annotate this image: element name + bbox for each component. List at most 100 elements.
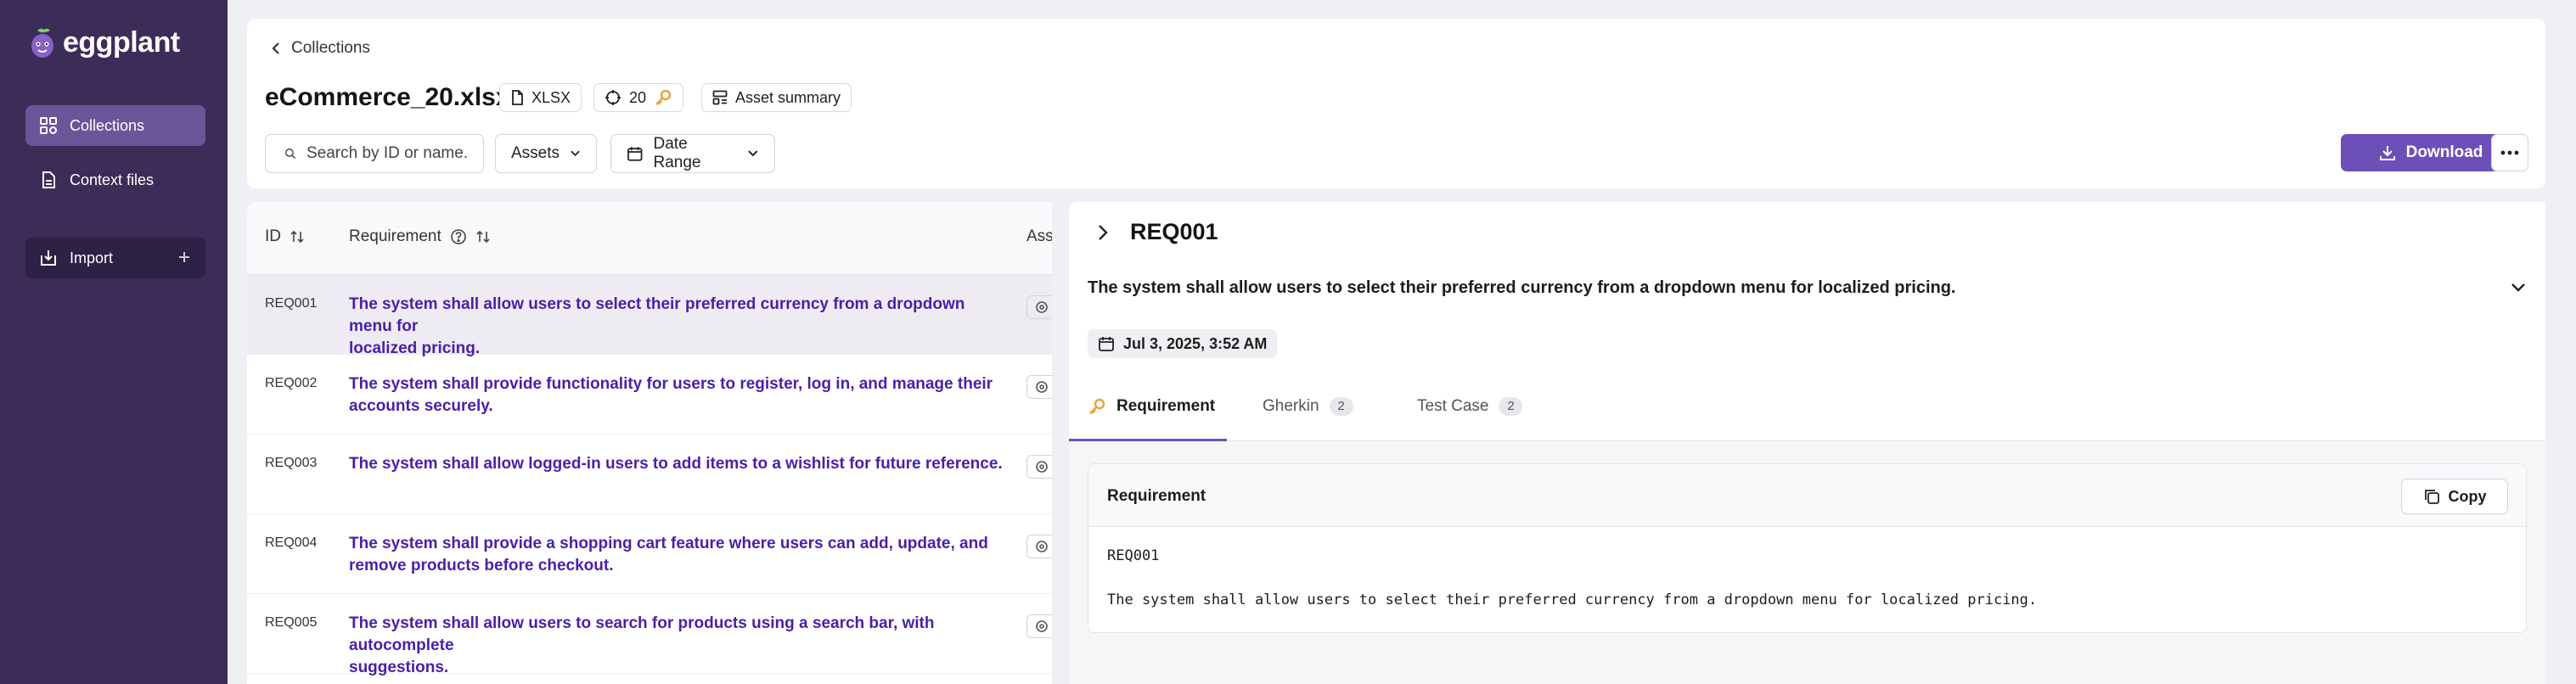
tab-count-badge: 2 [1499,397,1523,416]
row-id: REQ002 [265,376,318,390]
eggplant-logo-icon [31,28,53,58]
sidebar-item-context-files[interactable]: Context files [25,160,205,200]
table-row[interactable]: REQ003 The system shall allow logged-in … [247,435,1052,514]
table-row[interactable]: REQ004 The system shall provide a shoppi… [247,514,1052,594]
format-chip: XLSX [499,83,582,112]
chevron-down-icon [748,150,758,157]
row-asset-button[interactable] [1026,455,1052,479]
row-requirement-line: remove products before checkout. [349,557,614,575]
file-icon [39,171,58,189]
target-icon [1036,461,1048,473]
tab-count-badge: 2 [1329,397,1353,416]
tab-gherkin[interactable]: Gherkin 2 [1263,394,1353,441]
requirements-table: ID Requirement Ass REQ001 The system sha… [247,202,1052,684]
detail-header: REQ001 The system shall allow users to s… [1069,202,2545,441]
date-range-filter-dropdown[interactable]: Date Range [610,134,775,173]
file-icon [512,90,523,105]
sort-icon[interactable] [290,230,305,244]
table-row[interactable]: REQ005 The system shall allow users to s… [247,594,1052,676]
column-label: ID [265,227,281,245]
row-requirement[interactable]: The system shall allow logged-in users t… [349,453,1003,475]
import-icon [39,249,58,267]
row-requirement[interactable]: The system shall provide a shopping cart… [349,533,1003,577]
search-icon [285,149,296,160]
plus-icon[interactable] [175,248,194,266]
row-requirement[interactable]: The system shall allow users to search f… [349,613,1003,679]
column-label: Ass [1026,227,1052,245]
key-icon [1089,398,1105,414]
summary-icon [712,90,728,105]
row-requirement[interactable]: The system shall provide functionality f… [349,373,1003,418]
brand-logo[interactable]: eggplant [27,25,180,59]
requirement-code-text: The system shall allow users to select t… [1107,591,2038,608]
chevron-right-icon[interactable] [1094,222,1111,243]
copy-button[interactable]: Copy [2401,479,2508,514]
sidebar-item-collections[interactable]: Collections [25,105,205,146]
row-asset-button[interactable] [1026,295,1052,319]
table-row[interactable]: REQ001 The system shall allow users to s… [247,275,1052,357]
format-chip-label: XLSX [532,88,571,106]
chevron-down-icon[interactable] [2508,277,2528,297]
row-requirement-line: The system shall provide functionality f… [349,375,993,393]
target-icon [1036,541,1048,552]
page-title: eCommerce_20.xlsx [265,83,510,111]
date-chip: Jul 3, 2025, 3:52 AM [1088,329,1278,358]
asset-summary-label: Asset summary [735,88,841,106]
row-id: REQ004 [265,535,318,550]
assets-filter-label: Assets [511,144,560,162]
requirement-detail-panel: REQ001 The system shall allow users to s… [1069,202,2545,684]
row-requirement-line: The system shall allow logged-in users t… [349,455,1003,473]
calendar-icon [627,147,643,161]
column-header-id[interactable]: ID [265,227,305,246]
search-input[interactable] [307,144,468,163]
back-link-label: Collections [291,39,370,57]
asset-count-label: 20 [629,88,647,106]
chevron-down-icon [571,150,580,157]
sidebar-item-label: Collections [70,116,145,134]
sort-icon[interactable] [475,230,491,244]
requirement-box-title: Requirement [1107,487,1206,505]
column-header-assets[interactable]: Ass [1026,227,1052,246]
row-asset-button[interactable] [1026,375,1052,399]
target-icon [1036,620,1048,632]
row-requirement[interactable]: The system shall allow users to select t… [349,294,1003,360]
row-id: REQ003 [265,456,318,470]
sidebar: eggplant Collections Context files Impor… [0,0,228,684]
brand-name: eggplant [63,25,180,59]
tab-test-case[interactable]: Test Case 2 [1417,394,1523,441]
download-icon [2379,146,2395,160]
search-box[interactable] [265,134,484,173]
key-icon [655,89,672,105]
row-requirement-line: The system shall allow users to search f… [349,614,935,654]
row-asset-button[interactable] [1026,535,1052,558]
tab-label: Requirement [1116,397,1216,415]
tab-label: Gherkin [1263,397,1319,415]
table-row[interactable]: REQ002 The system shall provide function… [247,355,1052,435]
copy-icon [2424,490,2439,504]
asset-summary-button[interactable]: Asset summary [701,83,852,112]
row-id: REQ005 [265,615,318,630]
row-asset-button[interactable] [1026,614,1052,638]
back-to-collections-link[interactable]: Collections [271,39,370,58]
requirement-code-id: REQ001 [1107,547,1160,564]
asset-count-chip: 20 [593,83,684,112]
target-icon [605,90,621,105]
collection-header: Collections eCommerce_20.xlsx XLSX 20 As… [247,19,2545,188]
chevron-left-icon [272,42,279,54]
requirement-box-header: Requirement Copy [1088,464,2526,527]
row-requirement-line: The system shall allow users to select t… [349,295,965,335]
row-requirement-line: suggestions. [349,659,449,676]
column-header-requirement[interactable]: Requirement [349,227,491,246]
row-requirement-line: The system shall provide a shopping cart… [349,535,988,552]
requirement-content-box: Requirement Copy REQ001 The system shall… [1088,463,2527,633]
sidebar-item-label: Import [70,249,114,266]
assets-filter-dropdown[interactable]: Assets [495,134,597,173]
sidebar-item-import[interactable]: Import [25,238,205,278]
grid-icon [39,116,58,135]
row-id: REQ001 [265,296,318,311]
table-header: ID Requirement Ass [247,202,1052,275]
more-options-button[interactable] [2491,134,2528,171]
help-circle-icon[interactable] [450,228,467,245]
tab-requirement[interactable]: Requirement [1069,394,1227,441]
tab-label: Test Case [1417,397,1489,415]
